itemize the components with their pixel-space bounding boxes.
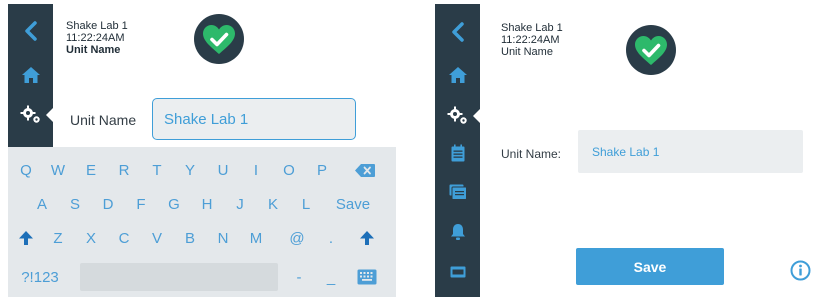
key-k[interactable]: K <box>260 190 286 218</box>
unit-name-label: Unit Name: <box>501 147 562 161</box>
alarms-button[interactable] <box>435 212 480 252</box>
key-q[interactable]: Q <box>13 156 39 184</box>
back-button[interactable] <box>8 11 53 51</box>
key-l[interactable]: L <box>293 190 319 218</box>
key-at[interactable]: @ <box>284 224 310 252</box>
header-info: Shake Lab 1 11:22:24AM Unit Name <box>501 22 563 58</box>
header-info: Shake Lab 1 11:22:24AM Unit Name <box>66 20 128 56</box>
key-x[interactable]: X <box>78 224 104 252</box>
hide-keyboard-key[interactable] <box>353 263 381 291</box>
unit-name-view-panel: Shake Lab 1 11:22:24AM Unit Name Unit Na… <box>435 4 820 297</box>
sidebar <box>435 4 480 297</box>
display-icon <box>450 266 465 278</box>
key-y[interactable]: Y <box>177 156 203 184</box>
unit-name-heading: Unit Name <box>66 44 121 56</box>
key-f[interactable]: F <box>128 190 154 218</box>
settings-button[interactable] <box>435 96 480 136</box>
key-v[interactable]: V <box>144 224 170 252</box>
symbols-key[interactable]: ?!123 <box>16 263 64 291</box>
heart-check-icon <box>635 35 667 65</box>
calendar-icon <box>451 144 464 162</box>
key-p[interactable]: P <box>309 156 335 184</box>
key-c[interactable]: C <box>111 224 137 252</box>
key-a[interactable]: A <box>29 190 55 218</box>
onscreen-keyboard: Q W E R T Y U I O P A S D F G H J K L Sa… <box>8 147 396 297</box>
backspace-key[interactable] <box>349 156 381 184</box>
key-m[interactable]: M <box>243 224 269 252</box>
key-g[interactable]: G <box>161 190 187 218</box>
home-button[interactable] <box>435 55 480 95</box>
save-button[interactable]: Save <box>576 248 724 285</box>
shift-key-left[interactable] <box>13 224 39 252</box>
back-button[interactable] <box>435 12 480 52</box>
unit-name-input[interactable]: Shake Lab 1 <box>152 98 356 140</box>
key-h[interactable]: H <box>194 190 220 218</box>
info-button[interactable] <box>790 260 811 281</box>
key-t[interactable]: T <box>144 156 170 184</box>
key-b[interactable]: B <box>177 224 203 252</box>
bell-icon <box>450 224 465 240</box>
clock-time: 11:22:24AM <box>501 34 560 46</box>
key-i[interactable]: I <box>243 156 269 184</box>
keyboard-hide-icon <box>357 269 377 285</box>
key-u[interactable]: U <box>210 156 236 184</box>
unit-name-edit-panel: Shake Lab 1 11:22:24AM Unit Name Unit Na… <box>8 4 396 297</box>
display-button[interactable] <box>435 252 480 292</box>
key-e[interactable]: E <box>78 156 104 184</box>
home-button[interactable] <box>8 55 53 95</box>
save-key[interactable]: Save <box>328 190 378 218</box>
key-underscore[interactable]: _ <box>320 263 342 291</box>
key-s[interactable]: S <box>62 190 88 218</box>
key-n[interactable]: N <box>210 224 236 252</box>
info-icon <box>790 260 811 281</box>
key-r[interactable]: R <box>111 156 137 184</box>
shift-arrow-icon <box>360 231 374 245</box>
heart-check-icon <box>203 24 235 54</box>
settings-button[interactable] <box>8 95 53 135</box>
back-icon <box>24 21 37 41</box>
unit-name-input[interactable]: Shake Lab 1 <box>578 130 803 173</box>
shift-arrow-icon <box>19 231 33 245</box>
space-bar[interactable] <box>80 263 278 291</box>
key-w[interactable]: W <box>45 156 71 184</box>
home-icon <box>448 67 467 83</box>
settings-icon <box>447 106 467 124</box>
key-z[interactable]: Z <box>45 224 71 252</box>
status-badge <box>626 25 676 75</box>
key-period[interactable]: . <box>320 224 342 252</box>
home-icon <box>21 67 40 83</box>
folders-icon <box>449 184 467 200</box>
backspace-icon <box>355 163 375 177</box>
unit-name-heading: Unit Name <box>501 46 553 58</box>
lab-name: Shake Lab 1 <box>501 22 563 34</box>
lab-name: Shake Lab 1 <box>66 20 128 32</box>
calendar-button[interactable] <box>435 133 480 173</box>
key-d[interactable]: D <box>95 190 121 218</box>
key-o[interactable]: O <box>276 156 302 184</box>
unit-name-label: Unit Name <box>70 112 137 128</box>
settings-icon <box>20 105 40 123</box>
clock-time: 11:22:24AM <box>66 32 125 44</box>
shift-key-right[interactable] <box>354 224 380 252</box>
key-j[interactable]: J <box>227 190 253 218</box>
key-dash[interactable]: - <box>286 263 312 291</box>
status-badge <box>194 14 244 64</box>
back-icon <box>451 22 464 42</box>
folders-button[interactable] <box>435 172 480 212</box>
